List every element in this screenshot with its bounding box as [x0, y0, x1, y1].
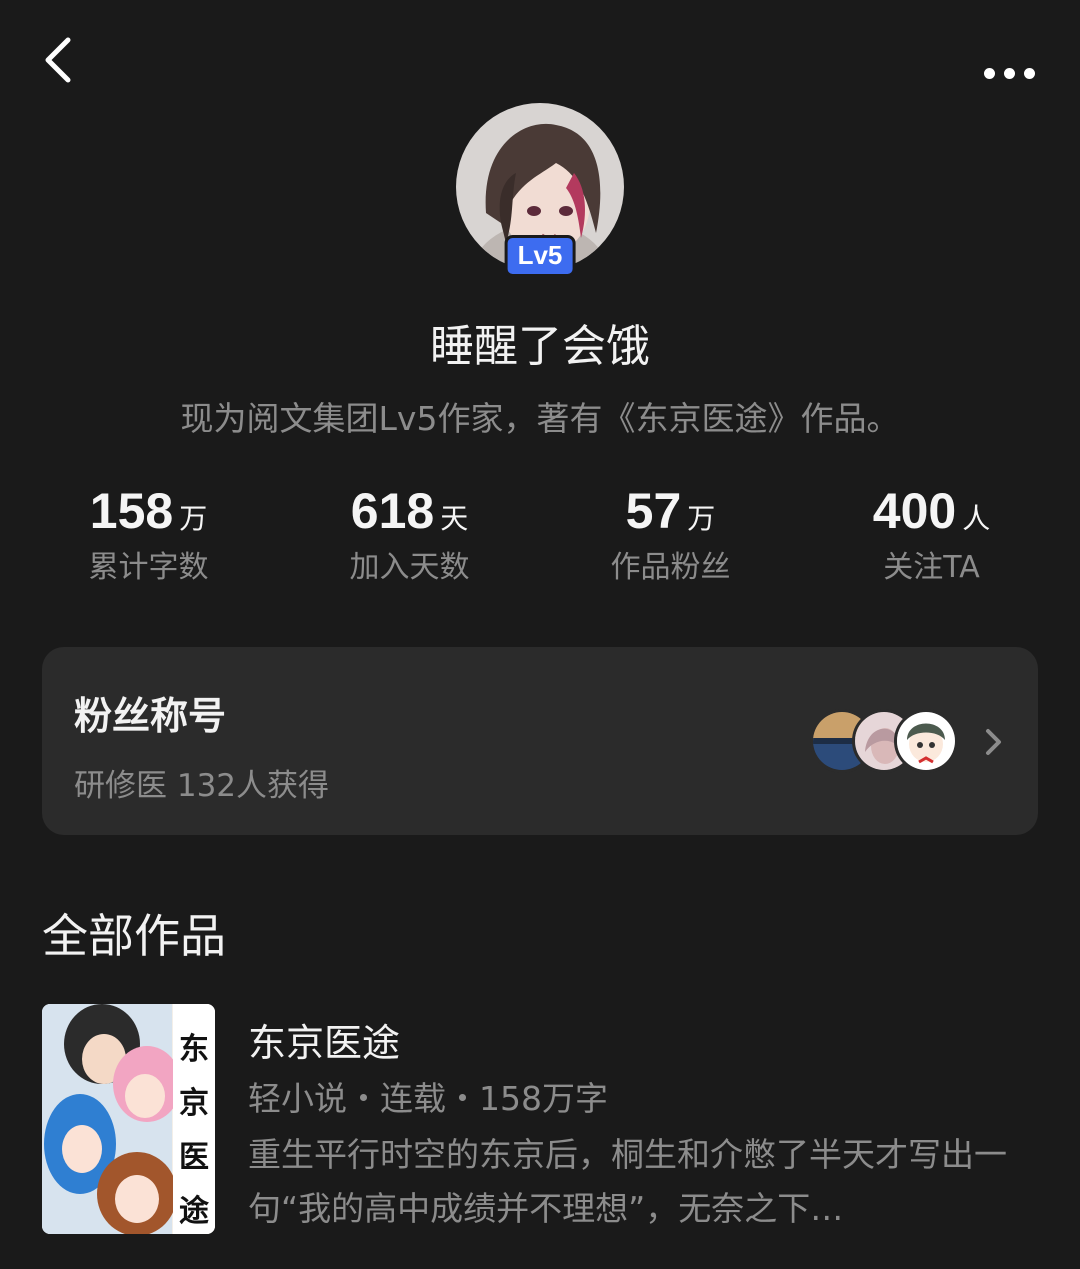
fan-title-heading: 粉丝称号: [74, 694, 227, 738]
more-options-button[interactable]: [974, 48, 1044, 98]
more-dot: [1023, 67, 1035, 79]
back-button[interactable]: [36, 30, 96, 90]
works-section-title: 全部作品: [42, 909, 226, 963]
stat-label: 作品粉丝: [610, 550, 731, 585]
author-avatar-wrapper[interactable]: Lv5: [456, 103, 624, 277]
stat-days-joined: 618 天 加入天数: [279, 482, 540, 586]
book-item[interactable]: 东 京 医 途 东京医途 轻小说・连载・158万字 重生平行时空的东京后，桐生和…: [42, 1004, 1042, 1234]
stat-value: 400: [872, 483, 957, 539]
book-description: 重生平行时空的东京后，桐生和介憋了半天才写出一句“我的高中成绩并不理想”，无奈之…: [248, 1135, 1007, 1228]
cover-title-char: 途: [179, 1194, 209, 1229]
stat-value: 158: [89, 483, 174, 539]
chevron-left-icon: [45, 37, 71, 83]
stat-unit: 天: [440, 502, 469, 535]
stat-value: 57: [625, 483, 682, 539]
fan-title-subtitle: 研修医 132人获得: [74, 768, 330, 804]
cover-title-char: 医: [179, 1140, 209, 1175]
stats-row: 158 万 累计字数 618 天 加入天数 57 万 作品粉丝 400 人 关注TA: [18, 482, 1062, 586]
level-badge: Lv5: [504, 235, 576, 277]
author-name: 睡醒了会饿: [430, 321, 650, 372]
cover-title-char: 京: [179, 1086, 209, 1121]
fan-avatar: [894, 709, 958, 773]
more-dot: [1003, 67, 1015, 79]
stat-word-count: 158 万 累计字数: [18, 482, 279, 586]
cover-title-vertical: 东 京 医 途: [178, 1024, 210, 1230]
author-bio: 现为阅文集团Lv5作家，著有《东京医途》作品。: [180, 399, 900, 438]
stat-followers[interactable]: 400 人 关注TA: [801, 482, 1062, 586]
fan-title-card[interactable]: 粉丝称号 研修医 132人获得: [42, 647, 1038, 835]
stat-label: 加入天数: [349, 550, 470, 585]
stat-unit: 人: [962, 502, 991, 535]
book-meta: 轻小说・连载・158万字: [248, 1079, 608, 1118]
cover-title-char: 东: [179, 1032, 209, 1067]
book-cover[interactable]: 东 京 医 途: [42, 1004, 215, 1234]
stat-value: 618: [350, 483, 435, 539]
stat-fans[interactable]: 57 万 作品粉丝: [540, 482, 801, 586]
stat-unit: 万: [687, 502, 716, 535]
more-horizontal-icon: [983, 67, 995, 79]
stat-unit: 万: [179, 502, 208, 535]
chevron-right-icon[interactable]: [978, 725, 1008, 759]
stat-label: 累计字数: [88, 550, 209, 585]
stat-label: 关注TA: [883, 550, 980, 585]
book-title[interactable]: 东京医途: [248, 1012, 400, 1067]
fan-avatar-stack: [810, 709, 960, 773]
